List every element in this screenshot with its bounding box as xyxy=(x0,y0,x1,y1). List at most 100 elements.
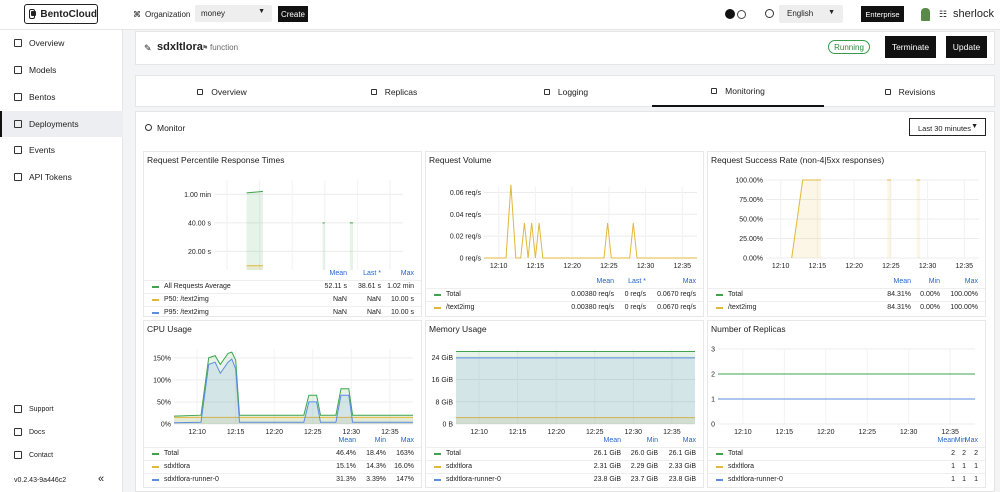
time-range-select[interactable]: Last 30 minutes ▼ xyxy=(909,118,986,136)
y-tick-label: 25.00% xyxy=(739,236,763,243)
globe-icon xyxy=(765,9,774,18)
legend-column-header[interactable]: Mean xyxy=(581,437,621,444)
organization-select[interactable]: money ▼ xyxy=(195,5,272,22)
y-tick-label: 0.00% xyxy=(743,256,763,263)
sidebar-item-deployments[interactable]: Deployments xyxy=(0,111,123,137)
monitor-icon xyxy=(145,124,152,131)
y-tick-label: 8 GiB xyxy=(435,399,453,406)
legend-swatch xyxy=(152,312,159,314)
legend-row[interactable]: Total 26.1 GiB 26.0 GiB 26.1 GiB xyxy=(426,447,703,459)
y-tick-label: 0 B xyxy=(442,422,453,429)
monitor-title: Monitor xyxy=(157,123,186,133)
legend-row[interactable]: sdxltlora-runner-0 1 1 1 xyxy=(708,473,985,485)
legend-value: 2.33 GiB xyxy=(668,463,696,470)
username[interactable]: sherlock xyxy=(953,8,994,20)
bento-logo-icon xyxy=(29,9,37,19)
tab-overview[interactable]: Overview xyxy=(136,76,308,107)
legend-column-header[interactable]: Max xyxy=(636,278,696,285)
legend-row[interactable]: /text2img 0.00380 req/s 0 req/s 0.0670 req/… xyxy=(426,301,703,313)
legend-row[interactable]: Total 84.31% 0.00% 100.00% xyxy=(708,288,985,300)
theme-toggle[interactable] xyxy=(725,8,747,20)
legend-swatch xyxy=(434,307,441,309)
series-area xyxy=(916,180,921,258)
tab-replicas[interactable]: Replicas xyxy=(308,76,480,107)
legend-series-name: Total xyxy=(728,450,743,457)
y-tick-label: 0.02 req/s xyxy=(450,234,482,241)
legend-value: 1.02 min xyxy=(387,283,414,290)
tab-label: Revisions xyxy=(898,86,936,97)
collapse-sidebar-icon[interactable]: « xyxy=(98,473,104,485)
legend-series-name: Total xyxy=(164,450,179,457)
chart-card-success: Request Success Rate (non-4|5xx response… xyxy=(707,151,986,317)
x-tick-label: 12:10 xyxy=(734,429,752,436)
legend-column-header[interactable]: Max xyxy=(379,437,414,444)
legend-row[interactable]: P95: /text2img NaN NaN 10.00 s xyxy=(144,306,421,318)
language-select[interactable]: English ▼ xyxy=(779,5,843,23)
terminate-button[interactable]: Terminate xyxy=(885,36,936,58)
sidebar-item-api-tokens[interactable]: API Tokens xyxy=(0,164,123,190)
legend-row[interactable]: /text2img 84.31% 0.00% 100.00% xyxy=(708,301,985,313)
dark-mode-icon xyxy=(725,9,735,19)
chart-plot: 0.06 req/s 0.04 req/s 0.02 req/s 0 req/s 12:… xyxy=(450,184,697,270)
legend-row[interactable]: P50: /text2img NaN NaN 10.00 s xyxy=(144,293,421,305)
series-area xyxy=(887,180,891,258)
legend-row[interactable]: sdxltlora-runner-0 31.3% 3.39% 147% xyxy=(144,473,421,485)
legend-value: 26.0 GiB xyxy=(630,450,658,457)
y-tick-label: 40.00 s xyxy=(188,220,211,227)
legend-value: 0.0670 req/s xyxy=(657,304,696,311)
sidebar-item-models[interactable]: Models xyxy=(0,57,123,83)
update-button[interactable]: Update xyxy=(946,36,987,58)
legend-column-header[interactable]: Max xyxy=(374,270,414,277)
legend-column-header[interactable]: Max xyxy=(943,278,978,285)
legend-value: 26.1 GiB xyxy=(593,450,621,457)
legend-value: 26.1 GiB xyxy=(668,450,696,457)
tab-logging[interactable]: Logging xyxy=(480,76,652,107)
support-link[interactable]: Support xyxy=(14,405,54,413)
legend-swatch xyxy=(716,466,723,468)
y-tick-label: 0 req/s xyxy=(460,256,482,263)
legend-column-header[interactable]: Min xyxy=(618,437,658,444)
sidebar-item-events[interactable]: Events xyxy=(0,137,123,163)
bentocloud-logo[interactable]: BentoCloud xyxy=(24,4,98,24)
enterprise-button[interactable]: Enterprise xyxy=(861,6,904,22)
legend-series-name: sdxltlora xyxy=(446,463,473,470)
legend-row[interactable]: sdxltlora 2.31 GiB 2.29 GiB 2.33 GiB xyxy=(426,460,703,472)
language-value: English xyxy=(787,9,814,18)
series-line[interactable] xyxy=(484,184,697,259)
tab-revisions[interactable]: Revisions xyxy=(824,76,996,107)
legend-row[interactable]: sdxltlora-runner-0 23.8 GiB 23.7 GiB 23.8 G… xyxy=(426,473,703,485)
create-button[interactable]: Create xyxy=(278,6,308,22)
x-tick-label: 12:15 xyxy=(509,429,527,436)
x-tick-label: 12:25 xyxy=(882,263,900,270)
legend-column-header[interactable]: Max xyxy=(656,437,696,444)
legend-series-name: Total xyxy=(728,291,743,298)
sidebar-item-label: Deployments xyxy=(29,119,79,129)
sidebar-item-label: Overview xyxy=(29,38,65,48)
legend-row[interactable]: sdxltlora 1 1 1 xyxy=(708,460,985,472)
x-tick-label: 12:20 xyxy=(817,429,835,436)
sidebar-item-overview[interactable]: Overview xyxy=(0,30,123,56)
x-tick-label: 12:30 xyxy=(900,429,918,436)
y-tick-label: 0% xyxy=(161,422,171,429)
legend-swatch xyxy=(152,299,159,301)
y-tick-label: 0.04 req/s xyxy=(450,212,482,219)
legend-row[interactable]: Total 46.4% 18.4% 163% xyxy=(144,447,421,459)
time-range-value: Last 30 minutes xyxy=(918,124,971,133)
y-tick-label: 16 GiB xyxy=(432,377,454,384)
legend-row[interactable]: Total 0.00380 req/s 0 req/s 0.0670 req/s xyxy=(426,288,703,300)
legend-row[interactable]: Total 2 2 2 xyxy=(708,447,985,459)
legend-column-header[interactable]: Max xyxy=(958,437,978,444)
user-avatar[interactable] xyxy=(921,8,930,21)
legend-swatch xyxy=(716,453,723,455)
deployment-icon: ✎ xyxy=(144,43,152,53)
legend-series-name: P50: /text2img xyxy=(164,296,209,303)
legend-row[interactable]: All Requests Average 52.11 s 38.61 s 1.02 m… xyxy=(144,280,421,292)
legend-swatch xyxy=(152,286,159,288)
legend-column-header[interactable]: Min xyxy=(905,278,940,285)
legend-row[interactable]: sdxltlora 15.1% 14.3% 16.0% xyxy=(144,460,421,472)
docs-link[interactable]: Docs xyxy=(14,428,45,436)
sidebar-item-bentos[interactable]: Bentos xyxy=(0,84,123,110)
top-bar: BentoCloud ⌘ Organization money ▼ Create… xyxy=(0,0,1000,30)
contact-link[interactable]: Contact xyxy=(14,451,53,459)
tab-monitoring[interactable]: Monitoring xyxy=(652,76,824,107)
